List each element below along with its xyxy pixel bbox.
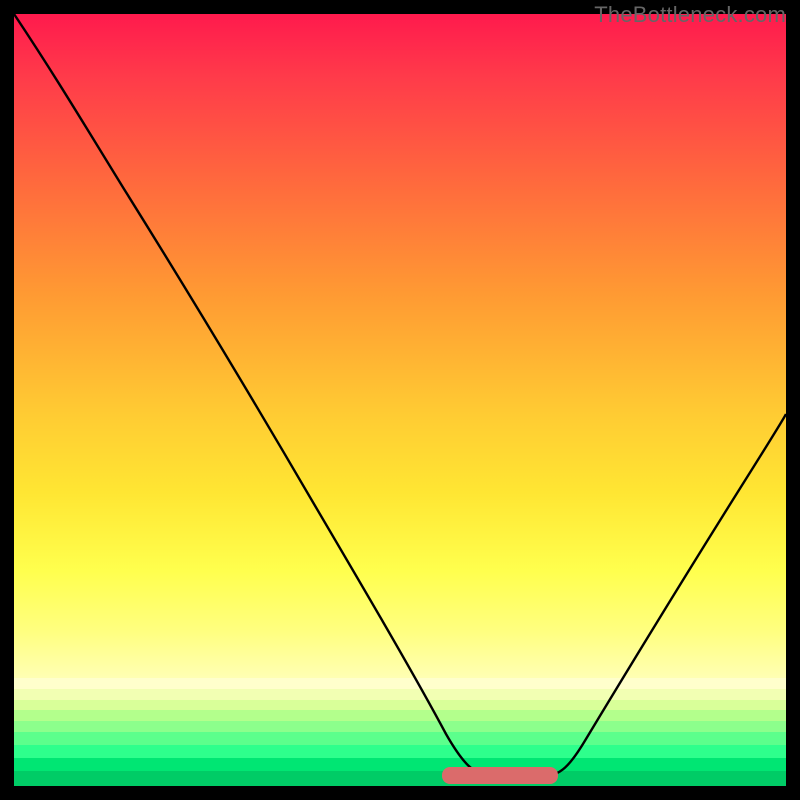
watermark-label: TheBottleneck.com	[594, 2, 786, 28]
bottleneck-curve	[14, 14, 786, 786]
floor-marker-band	[442, 767, 558, 784]
curve-path	[14, 14, 786, 776]
chart-frame	[14, 14, 786, 786]
